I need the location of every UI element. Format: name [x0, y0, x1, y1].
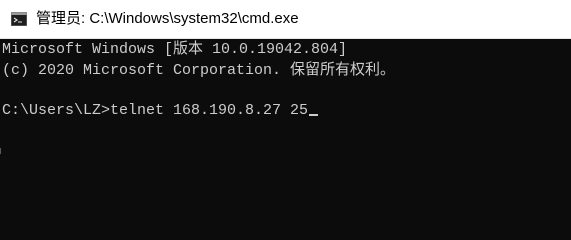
copyright-line: (c) 2020 Microsoft Corporation. 保留所有权利。 [2, 62, 396, 79]
cmd-icon [11, 12, 27, 26]
window-title: 管理员: C:\Windows\system32\cmd.exe [36, 10, 299, 27]
console-area[interactable]: Microsoft Windows [版本 10.0.19042.804] (c… [0, 39, 571, 240]
command-input[interactable]: telnet 168.190.8.27 25 [110, 102, 308, 119]
text-cursor [309, 114, 319, 116]
window-edge-marker [0, 148, 1, 154]
cmd-window: 管理员: C:\Windows\system32\cmd.exe Microso… [0, 0, 571, 240]
title-bar[interactable]: 管理员: C:\Windows\system32\cmd.exe [0, 0, 571, 39]
version-line: Microsoft Windows [版本 10.0.19042.804] [2, 41, 348, 58]
command-line[interactable]: C:\Users\LZ>telnet 168.190.8.27 25 [2, 100, 319, 121]
prompt: C:\Users\LZ> [2, 102, 111, 119]
